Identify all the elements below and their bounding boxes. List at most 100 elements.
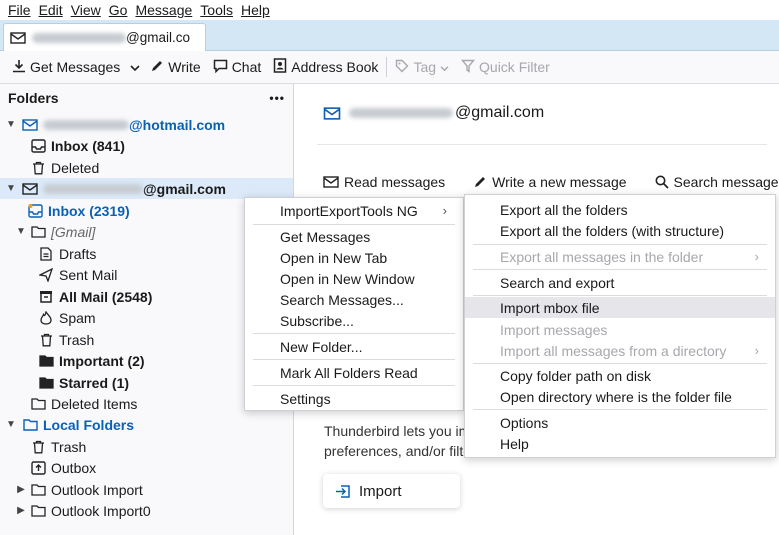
folder-outlook-import0[interactable]: ▶ Outlook Import0 — [0, 500, 293, 521]
send-icon — [38, 267, 54, 283]
quick-filter-button[interactable]: Quick Filter — [455, 54, 556, 80]
drafts-icon — [38, 246, 54, 262]
tag-button[interactable]: Tag — [389, 54, 455, 80]
pencil-icon — [150, 59, 164, 76]
inbox-icon — [27, 203, 43, 219]
mail-icon — [323, 106, 341, 121]
menu-tools[interactable]: Tools — [196, 2, 237, 18]
menu-separator — [253, 224, 455, 225]
chevron-right-icon: › — [754, 249, 759, 264]
tab-mail[interactable]: @gmail.co — [3, 23, 206, 51]
menu-separator — [473, 295, 767, 296]
tab-strip: @gmail.co — [0, 20, 779, 51]
menu-file[interactable]: File — [4, 2, 35, 18]
account-gmail[interactable]: ▼ @gmail.com — [0, 178, 293, 199]
trash-icon — [38, 332, 54, 348]
folder-pane-title: Folders — [8, 90, 59, 106]
search-icon — [655, 175, 669, 189]
menu-separator — [253, 359, 455, 360]
menu-edit[interactable]: Edit — [35, 2, 67, 18]
menuitem-importexporttools[interactable]: ImportExportTools NG › — [245, 200, 463, 221]
folder-icon — [30, 482, 46, 498]
mail-tab-icon — [10, 31, 26, 45]
menu-separator — [473, 244, 767, 245]
chevron-down-icon — [130, 59, 140, 75]
account-actions: Read messages Write a new message Search… — [323, 174, 779, 190]
download-icon — [12, 59, 26, 76]
menu-view[interactable]: View — [67, 2, 105, 18]
chevron-down-icon[interactable]: ▼ — [4, 419, 18, 430]
submenu-open-directory[interactable]: Open directory where is the folder file — [465, 386, 775, 407]
chevron-right-icon: › — [442, 203, 447, 218]
folder-icon — [38, 353, 54, 369]
chevron-right-icon[interactable]: ▶ — [14, 484, 28, 495]
menuitem-search-messages[interactable]: Search Messages... — [245, 289, 463, 310]
import-description: Thunderbird lets you im preferences, and… — [324, 423, 464, 459]
submenu-search-export[interactable]: Search and export — [465, 272, 775, 293]
submenu-copy-folder-path[interactable]: Copy folder path on disk — [465, 365, 775, 386]
submenu-import-all-directory[interactable]: Import all messages from a directory › — [465, 340, 775, 361]
account-name-blur — [349, 108, 453, 118]
menu-separator — [253, 385, 455, 386]
menuitem-new-folder[interactable]: New Folder... — [245, 336, 463, 357]
account-local-folders[interactable]: ▼ Local Folders — [0, 414, 293, 435]
account-name-blur — [43, 183, 143, 194]
write-button[interactable]: Write — [144, 54, 206, 80]
menuitem-subscribe[interactable]: Subscribe... — [245, 310, 463, 331]
submenu-export-all[interactable]: Export all the folders — [465, 199, 775, 220]
folder-icon — [30, 224, 46, 240]
chevron-down-icon[interactable]: ▼ — [14, 226, 28, 237]
chevron-down-icon[interactable]: ▼ — [4, 183, 18, 194]
menu-separator — [473, 409, 767, 410]
menu-go[interactable]: Go — [105, 2, 132, 18]
submenu-export-all-structure[interactable]: Export all the folders (with structure) — [465, 220, 775, 241]
chat-icon — [213, 59, 228, 76]
folder-icon — [30, 503, 46, 519]
menuitem-open-new-window[interactable]: Open in New Window — [245, 268, 463, 289]
account-hotmail[interactable]: ▼ @hotmail.com — [0, 114, 293, 135]
chat-button[interactable]: Chat — [207, 54, 268, 80]
folder-local-trash[interactable]: Trash — [0, 436, 293, 457]
import-button[interactable]: Import — [323, 474, 460, 508]
submenu-import-mbox[interactable]: Import mbox file — [465, 297, 775, 318]
toolbar: Get Messages Write Chat Address Book Tag… — [0, 51, 779, 84]
menu-help[interactable]: Help — [237, 2, 274, 18]
chevron-down-icon — [440, 59, 449, 75]
menuitem-mark-all-read[interactable]: Mark All Folders Read — [245, 362, 463, 383]
submenu-export-all-messages[interactable]: Export all messages in the folder › — [465, 246, 775, 267]
write-message-link[interactable]: Write a new message — [473, 174, 627, 190]
get-messages-dropdown[interactable] — [126, 54, 144, 80]
folder-icon — [30, 396, 46, 412]
get-messages-button[interactable]: Get Messages — [6, 54, 126, 80]
folder-inbox-hotmail[interactable]: Inbox (841) — [0, 135, 293, 156]
menuitem-get-messages[interactable]: Get Messages — [245, 226, 463, 247]
more-options-icon[interactable]: ••• — [269, 91, 285, 105]
submenu-import-messages[interactable]: Import messages — [465, 319, 775, 340]
menu-separator — [253, 333, 455, 334]
trash-icon — [30, 439, 46, 455]
import-icon — [335, 484, 351, 499]
folder-icon — [38, 375, 54, 391]
folder-icon — [22, 417, 38, 433]
submenu-options[interactable]: Options — [465, 412, 775, 433]
folder-outbox[interactable]: Outbox — [0, 457, 293, 478]
tag-icon — [395, 59, 409, 76]
folder-deleted[interactable]: Deleted — [0, 157, 293, 178]
search-messages-link[interactable]: Search messages — [655, 174, 779, 190]
address-book-button[interactable]: Address Book — [267, 54, 384, 80]
menuitem-settings[interactable]: Settings — [245, 388, 463, 409]
menuitem-open-new-tab[interactable]: Open in New Tab — [245, 247, 463, 268]
chevron-down-icon[interactable]: ▼ — [4, 119, 18, 130]
folder-outlook-import[interactable]: ▶ Outlook Import — [0, 479, 293, 500]
outbox-icon — [30, 460, 46, 476]
folder-context-menu: ImportExportTools NG › Get Messages Open … — [244, 197, 464, 411]
chevron-right-icon[interactable]: ▶ — [14, 505, 28, 516]
menu-bar: File Edit View Go Message Tools Help — [0, 0, 779, 20]
menu-message[interactable]: Message — [131, 2, 196, 18]
read-messages-link[interactable]: Read messages — [323, 174, 445, 190]
account-header: @gmail.com — [323, 104, 544, 122]
submenu-help[interactable]: Help — [465, 433, 775, 454]
tab-title: @gmail.co — [126, 30, 190, 45]
mail-icon — [323, 175, 339, 189]
inbox-icon — [30, 138, 46, 154]
